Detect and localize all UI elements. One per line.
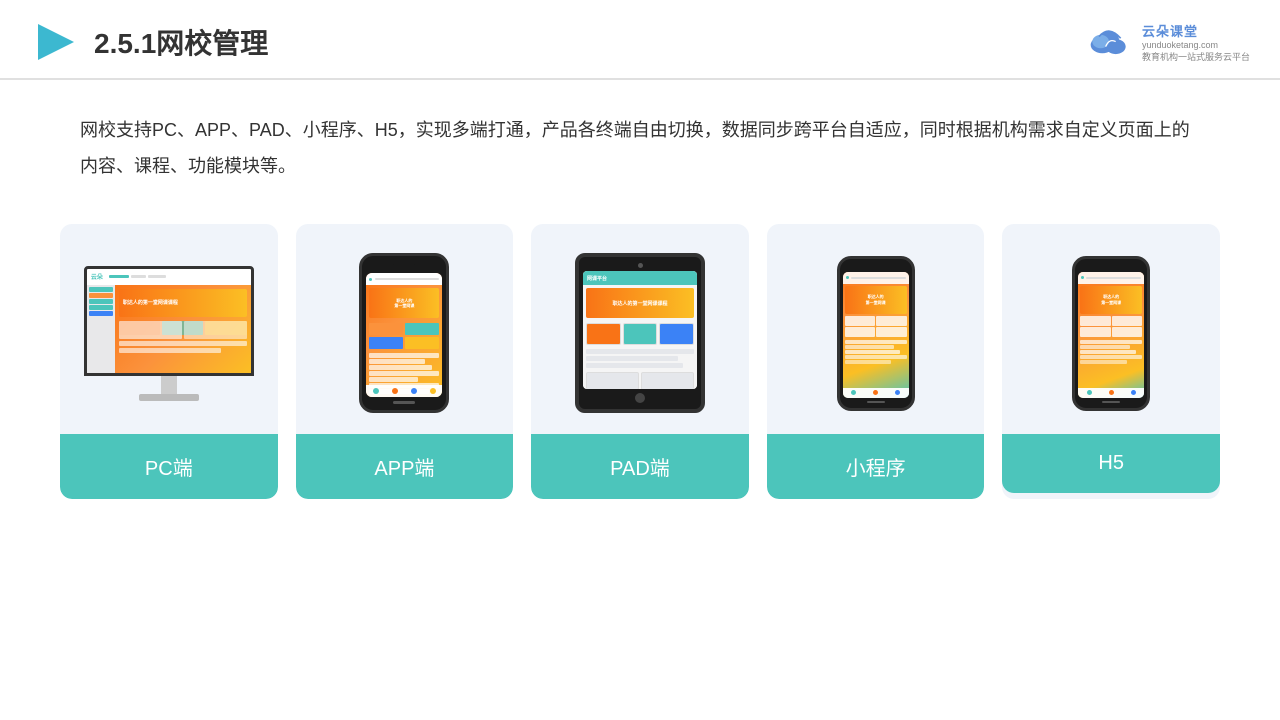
card-miniprogram: 职达人的第一堂网课 <box>767 224 985 499</box>
phone-frame-app: 职达人的第一堂网课 <box>359 253 449 413</box>
card-h5-image: 职达人的第一堂网课 <box>1002 224 1220 434</box>
card-pc-image: 云朵 <box>60 224 278 434</box>
logo-tagline: 教育机构一站式服务云平台 <box>1142 52 1250 64</box>
mini-phone-frame-miniprogram: 职达人的第一堂网课 <box>837 256 915 411</box>
card-pad-label: PAD端 <box>531 434 749 499</box>
card-h5: 职达人的第一堂网课 <box>1002 224 1220 499</box>
phone-mockup-app: 职达人的第一堂网课 <box>359 253 449 413</box>
card-app-label: APP端 <box>296 434 514 499</box>
card-pad: 网课平台 职达人的第一堂网课课程 <box>531 224 749 499</box>
monitor-screen: 云朵 <box>84 266 254 376</box>
pc-monitor: 云朵 <box>84 266 254 401</box>
card-pc-label: PC端 <box>60 434 278 499</box>
card-pad-image: 网课平台 职达人的第一堂网课课程 <box>531 224 749 434</box>
card-miniprogram-label: 小程序 <box>767 434 985 499</box>
tablet-mockup: 网课平台 职达人的第一堂网课课程 <box>575 253 705 413</box>
play-icon <box>30 18 78 66</box>
logo-area: 云朵课堂 yunduoketang.com 教育机构一站式服务云平台 <box>1084 21 1250 63</box>
mini-phone-frame-h5: 职达人的第一堂网课 <box>1072 256 1150 411</box>
cards-section: 云朵 <box>0 204 1280 519</box>
card-app: 职达人的第一堂网课 <box>296 224 514 499</box>
header-left: 2.5.1网校管理 <box>30 18 268 66</box>
card-pc: 云朵 <box>60 224 278 499</box>
description-text: 网校支持PC、APP、PAD、小程序、H5，实现多端打通，产品各终端自由切换，数… <box>0 80 1280 204</box>
tablet-frame: 网课平台 职达人的第一堂网课课程 <box>575 253 705 413</box>
card-miniprogram-image: 职达人的第一堂网课 <box>767 224 985 434</box>
logo-text-block: 云朵课堂 yunduoketang.com 教育机构一站式服务云平台 <box>1142 21 1250 63</box>
card-h5-label: H5 <box>1002 434 1220 493</box>
phone-mockup-miniprogram: 职达人的第一堂网课 <box>837 256 915 411</box>
phone-mockup-h5: 职达人的第一堂网课 <box>1072 256 1150 411</box>
card-app-image: 职达人的第一堂网课 <box>296 224 514 434</box>
logo-domain: yunduoketang.com <box>1142 40 1218 52</box>
header: 2.5.1网校管理 云朵课堂 yunduoketang.com 教育机构一站式服… <box>0 0 1280 80</box>
logo-name: 云朵课堂 <box>1142 21 1198 40</box>
cloud-logo-icon <box>1084 23 1134 61</box>
page-title: 2.5.1网校管理 <box>94 22 268 62</box>
